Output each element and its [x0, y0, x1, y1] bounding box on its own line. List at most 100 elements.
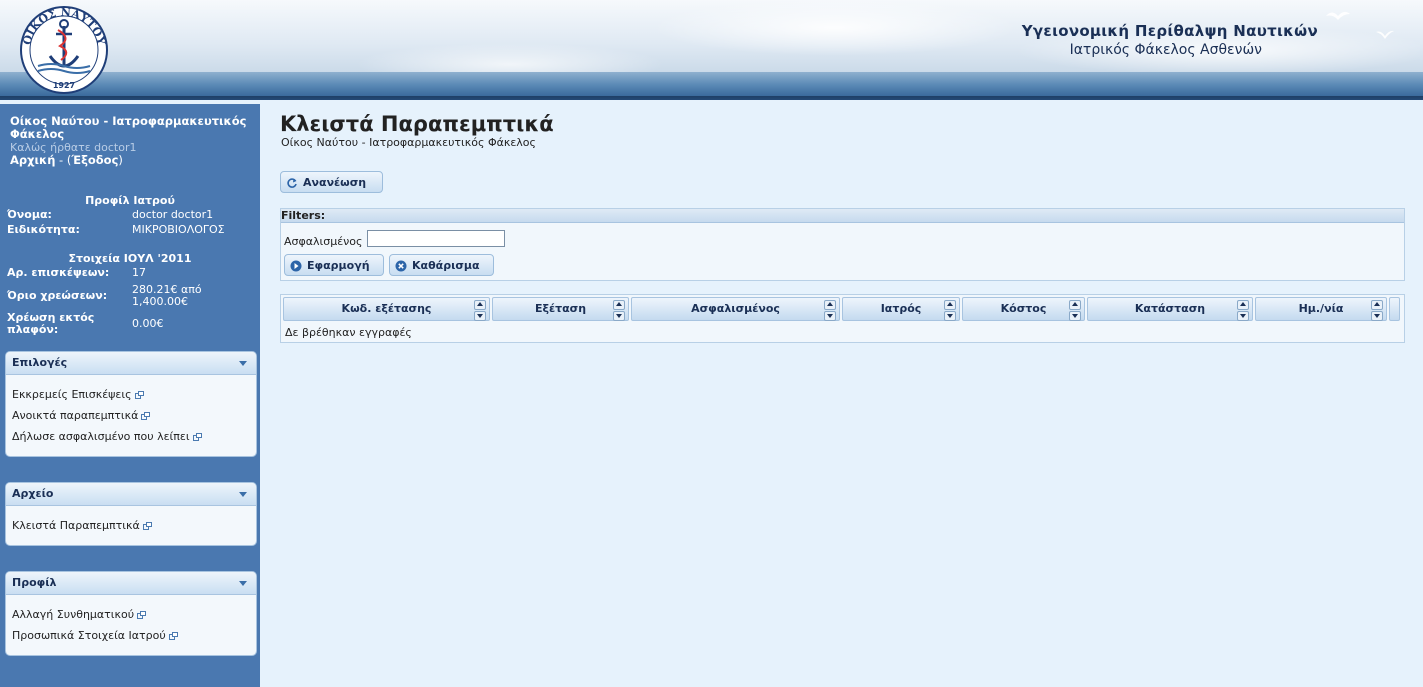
filters-header: Filters: [281, 209, 1404, 223]
sort-control[interactable] [1371, 300, 1383, 321]
logout-link[interactable]: Έξοδος [71, 153, 118, 167]
profile-title: Προφίλ Ιατρού [85, 194, 175, 207]
app-name: Οίκος Ναύτου - Ιατροφαρμακευτικός Φάκελο… [10, 114, 247, 141]
profile-panel: Προφίλ Αλλαγή Συνθηματικού Προσωπικά Στο… [5, 571, 257, 656]
column-header-insured[interactable]: Ασφαλισμένος [631, 297, 840, 321]
external-link-icon [192, 433, 202, 441]
chevron-down-icon[interactable] [239, 361, 247, 366]
sidebar-item-label: Δήλωσε ασφαλισμένο που λείπει [12, 430, 190, 443]
sort-control[interactable] [1237, 300, 1249, 321]
sidebar-item-doctor-details[interactable]: Προσωπικά Στοιχεία Ιατρού [12, 629, 178, 642]
oikos-naftou-logo: ΟΙΚΟΣ ΝΑΥΤΟΥ 1927 [20, 6, 108, 94]
sidebar-item-label: Ανοικτά παραπεμπτικά [12, 409, 139, 422]
options-panel: Επιλογές Εκκρεμείς Επισκέψεις Ανοικτά πα… [5, 351, 257, 457]
over-value: 0.00€ [132, 317, 164, 330]
column-label: Ημ./νία [1298, 302, 1344, 315]
sort-down-icon[interactable] [1371, 311, 1383, 321]
clear-label: Καθάρισμα [412, 259, 480, 272]
visits-value: 17 [132, 266, 146, 279]
external-link-icon [168, 632, 178, 640]
play-icon [290, 260, 302, 272]
sidebar-item-pending-visits[interactable]: Εκκρεμείς Επισκέψεις [12, 388, 144, 401]
profile-panel-header[interactable]: Προφίλ [6, 572, 256, 595]
column-label: Ασφαλισμένος [691, 302, 780, 315]
home-link[interactable]: Αρχική [10, 153, 55, 167]
column-header-status[interactable]: Κατάσταση [1087, 297, 1253, 321]
column-header-doctor[interactable]: Ιατρός [842, 297, 960, 321]
column-label: Κόστος [1000, 302, 1047, 315]
external-link-icon [134, 391, 144, 399]
sidebar: Οίκος Ναύτου - Ιατροφαρμακευτικός Φάκελο… [0, 104, 260, 687]
sort-down-icon[interactable] [1069, 311, 1081, 321]
column-header-exam[interactable]: Εξέταση [492, 297, 629, 321]
sort-up-icon[interactable] [1371, 300, 1383, 310]
sort-up-icon[interactable] [944, 300, 956, 310]
sort-control[interactable] [474, 300, 486, 321]
archive-panel-header[interactable]: Αρχείο [6, 483, 256, 506]
refresh-icon [287, 178, 297, 188]
specialty-label: Ειδικότητα: [7, 223, 80, 236]
sidebar-item-label: Κλειστά Παραπεμπτικά [12, 519, 140, 532]
clear-button[interactable]: Καθάρισμα [389, 254, 494, 276]
page-subtitle: Οίκος Ναύτου - Ιατροφαρμακευτικός Φάκελο… [281, 136, 536, 149]
specialty-value: ΜΙΚΡΟΒΙΟΛΟΓΟΣ [132, 223, 225, 236]
panel-title: Επιλογές [12, 356, 68, 369]
sidebar-item-closed-referrals[interactable]: Κλειστά Παραπεμπτικά [12, 519, 152, 532]
apply-button[interactable]: Εφαρμογή [284, 254, 384, 276]
sort-control[interactable] [1069, 300, 1081, 321]
name-label: Όνομα: [7, 208, 52, 221]
stats-title: Στοιχεία ΙΟΥΛ '2011 [68, 252, 192, 265]
page-header: ΟΙΚΟΣ ΝΑΥΤΟΥ 1927 Υγειονομική Περίθαλψη … [0, 0, 1423, 100]
sort-control[interactable] [944, 300, 956, 321]
sort-control[interactable] [824, 300, 836, 321]
filters-panel: Filters: Ασφαλισμένος Εφαρμογή Καθάρισμα [280, 208, 1405, 281]
sort-down-icon[interactable] [944, 311, 956, 321]
column-label: Ιατρός [880, 302, 922, 315]
limit-label: Όριο χρεώσεων: [7, 289, 108, 302]
external-link-icon [142, 522, 152, 530]
sidebar-item-label: Εκκρεμείς Επισκέψεις [12, 388, 132, 401]
external-link-icon [137, 611, 147, 619]
apply-label: Εφαρμογή [307, 259, 370, 272]
column-label: Κωδ. εξέτασης [341, 302, 432, 315]
sort-up-icon[interactable] [474, 300, 486, 310]
brand-title: Υγειονομική Περίθαλψη Ναυτικών [1021, 22, 1318, 40]
sort-down-icon[interactable] [474, 311, 486, 321]
sort-up-icon[interactable] [824, 300, 836, 310]
chevron-down-icon[interactable] [239, 581, 247, 586]
sidebar-item-change-password[interactable]: Αλλαγή Συνθηματικού [12, 608, 147, 621]
referrals-grid: Κωδ. εξέτασης Εξέταση Ασφαλισμένος Ιατρό… [280, 294, 1405, 343]
sort-control[interactable] [613, 300, 625, 321]
sort-up-icon[interactable] [1237, 300, 1249, 310]
seagull-icon [1326, 11, 1350, 20]
visits-label: Αρ. επισκέψεων: [7, 266, 110, 279]
brand-subtitle: Ιατρικός Φάκελος Ασθενών [1069, 42, 1262, 58]
archive-panel: Αρχείο Κλειστά Παραπεμπτικά [5, 482, 257, 546]
refresh-button[interactable]: Ανανέωση [280, 171, 383, 193]
options-panel-header[interactable]: Επιλογές [6, 352, 256, 375]
chevron-down-icon[interactable] [239, 492, 247, 497]
sort-down-icon[interactable] [1237, 311, 1249, 321]
column-label: Κατάσταση [1134, 302, 1206, 315]
panel-title: Αρχείο [12, 487, 54, 500]
sort-up-icon[interactable] [1069, 300, 1081, 310]
column-label: Εξέταση [534, 302, 587, 315]
main-content: Κλειστά Παραπεμπτικά Οίκος Ναύτου - Ιατρ… [260, 104, 1423, 687]
sidebar-item-declare-missing-insured[interactable]: Δήλωσε ασφαλισμένο που λείπει [12, 430, 202, 443]
refresh-label: Ανανέωση [303, 176, 367, 189]
page-title: Κλειστά Παραπεμπτικά [280, 112, 554, 136]
sort-down-icon[interactable] [824, 311, 836, 321]
sort-up-icon[interactable] [613, 300, 625, 310]
column-header-date[interactable]: Ημ./νία [1255, 297, 1387, 321]
column-header-cost[interactable]: Κόστος [962, 297, 1085, 321]
sidebar-item-open-referrals[interactable]: Ανοικτά παραπεμπτικά [12, 409, 151, 422]
column-header-exam-code[interactable]: Κωδ. εξέτασης [283, 297, 490, 321]
insured-input[interactable] [367, 230, 505, 247]
empty-message: Δε βρέθηκαν εγγραφές [285, 326, 412, 339]
insured-label: Ασφαλισμένος [284, 235, 363, 248]
sort-down-icon[interactable] [613, 311, 625, 321]
logo-year: 1927 [53, 81, 75, 90]
sidebar-item-label: Προσωπικά Στοιχεία Ιατρού [12, 629, 166, 642]
clear-icon [395, 260, 407, 272]
nav-links: Αρχική - (Έξοδος) [10, 154, 250, 167]
